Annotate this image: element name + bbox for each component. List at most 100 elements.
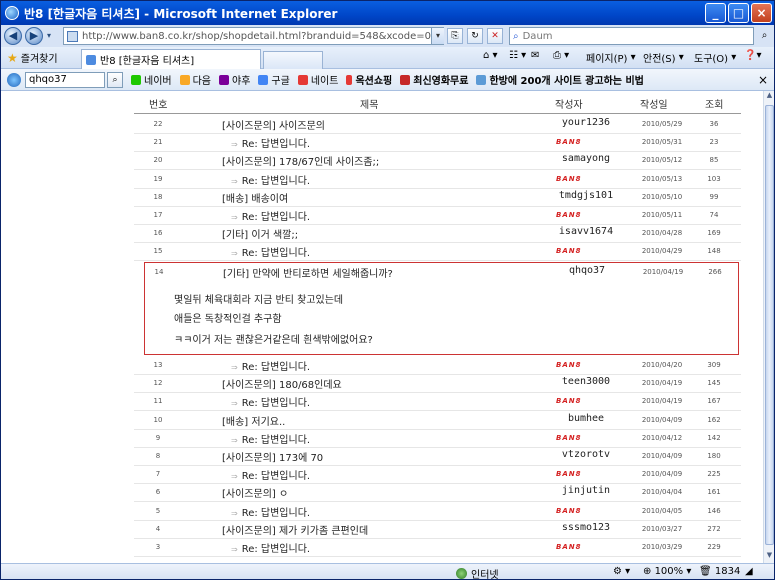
row-title[interactable]: ⇒ Re: 답변입니다.	[231, 244, 310, 259]
scroll-up-icon[interactable]: ▲	[764, 91, 774, 103]
row-views: 85	[709, 156, 719, 165]
table-row[interactable]: 13 ⇒ Re: 답변입니다. BAN8 2010/04/20 309	[134, 356, 741, 374]
table-row[interactable]: 14 [기타] 만약에 반티로하면 세일해줍니까? qhqo37 2010/04…	[135, 263, 742, 281]
back-icon[interactable]: ◀	[4, 27, 22, 45]
new-tab-button[interactable]	[263, 51, 323, 69]
home-icon[interactable]: ⌂ ▾	[483, 50, 498, 61]
table-row[interactable]: 11 ⇒ Re: 답변입니다. BAN8 2010/04/19 167	[134, 392, 741, 410]
vertical-scrollbar[interactable]: ▲ ▼	[763, 91, 774, 563]
reply-arrow-icon: ⇒	[231, 545, 238, 554]
refresh-icon[interactable]: ↻	[467, 28, 483, 44]
url-field[interactable]: http://www.ban8.co.kr/shop/shopdetail.ht…	[63, 27, 444, 45]
menu-safety[interactable]: 안전(S) ▾	[643, 50, 684, 65]
row-title[interactable]: ⇒ Re: 답변입니다.	[231, 467, 310, 482]
compat-icon[interactable]: ⎘	[447, 28, 463, 44]
table-row[interactable]: 8 [사이즈문의] 173에 70 vtzorotv 2010/04/09 180	[134, 447, 741, 465]
table-row[interactable]: 16 [기타] 이거 색깔;; isavv1674 2010/04/28 169	[134, 224, 741, 242]
table-row[interactable]: 9 ⇒ Re: 답변입니다. BAN8 2010/04/12 142	[134, 429, 741, 447]
print-icon[interactable]: ⎙ ▾	[553, 50, 569, 61]
table-row[interactable]: 18 [배송] 배송이여 tmdgjs101 2010/05/10 99	[134, 188, 741, 206]
table-row[interactable]: 4 [사이즈문의] 제가 키가좀 큰편인데 sssmo123 2010/03/27 27…	[134, 520, 741, 538]
table-row[interactable]: 5 ⇒ Re: 답변입니다. BAN8 2010/04/05 146	[134, 502, 741, 520]
feeds-icon[interactable]: ☷ ▾	[509, 50, 526, 61]
toolbar-close-icon[interactable]: ×	[758, 73, 768, 87]
zoom-label: 100%	[654, 566, 684, 577]
scroll-thumb[interactable]	[765, 105, 774, 545]
row-title[interactable]: [사이즈문의] 180/68인데요	[222, 376, 342, 391]
table-row[interactable]: 12 [사이즈문의] 180/68인데요 teen3000 2010/04/19 145	[134, 374, 741, 392]
header-title: 제목	[360, 100, 379, 111]
table-row[interactable]: 3 ⇒ Re: 답변입니다. BAN8 2010/03/29 229	[134, 538, 741, 556]
row-title[interactable]: ⇒ Re: 답변입니다.	[231, 431, 310, 446]
search-go-icon[interactable]: ⌕	[757, 28, 772, 44]
url-dropdown-icon[interactable]: ▾	[431, 28, 444, 44]
row-title[interactable]: [기타] 이거 색깔;;	[222, 226, 298, 241]
maximize-button[interactable]: □	[728, 3, 749, 23]
table-row[interactable]: 7 ⇒ Re: 답변입니다. BAN8 2010/04/09 225	[134, 465, 741, 483]
stop-icon[interactable]: ✕	[487, 28, 503, 44]
row-date: 2010/05/29	[641, 120, 683, 128]
link-ad[interactable]: 한방에 200개 사이트 광고하는 비법	[476, 72, 644, 87]
link-google[interactable]: 구글	[258, 72, 290, 87]
link-auction[interactable]: 옥션쇼핑	[346, 72, 392, 87]
forward-icon[interactable]: ▶	[25, 27, 43, 45]
toolbar-search-input[interactable]: qhqo37	[25, 71, 105, 88]
row-views: 99	[709, 192, 719, 201]
row-title[interactable]: ⇒ Re: 답변입니다.	[231, 172, 310, 187]
mail-icon[interactable]: ✉	[531, 50, 539, 61]
link-movie[interactable]: 최신영화무료	[400, 72, 468, 87]
row-title[interactable]: ⇒ Re: 답변입니다.	[231, 540, 310, 555]
table-row[interactable]: 21 ⇒ Re: 답변입니다. BAN8 2010/05/31 23	[134, 133, 741, 151]
ban8-logo-text: BAN8	[556, 211, 582, 219]
tab-active[interactable]: 반8 [한글자음 티셔츠]	[81, 49, 261, 69]
header-views: 조회	[705, 100, 724, 111]
row-title[interactable]: ⇒ Re: 답변입니다.	[231, 135, 310, 150]
table-row[interactable]: 15 ⇒ Re: 답변입니다. BAN8 2010/04/29 148	[134, 242, 741, 260]
row-title[interactable]: [사이즈문의] 제가 키가좀 큰편인데	[222, 522, 368, 537]
favorites-button[interactable]: ★ 즐겨찾기	[7, 50, 58, 66]
row-views: 142	[707, 433, 721, 442]
row-title[interactable]: ⇒ Re: 답변입니다.	[231, 394, 310, 409]
search-input[interactable]: ⌕ Daum	[509, 27, 754, 45]
row-title[interactable]: [기타] 만약에 반티로하면 세일해줍니까?	[223, 265, 393, 280]
row-title[interactable]: ⇒ Re: 답변입니다.	[231, 504, 310, 519]
zoom-control[interactable]: ⊕ 100% ▾	[643, 566, 691, 577]
menu-page[interactable]: 페이지(P) ▾	[586, 50, 636, 65]
help-icon[interactable]: ❓▾	[744, 50, 761, 61]
table-row[interactable]: 10 [배송] 저기요.. bumhee 2010/04/09 162	[134, 411, 741, 429]
minimize-button[interactable]: _	[705, 3, 726, 23]
menu-tools[interactable]: 도구(O) ▾	[694, 50, 736, 65]
protected-mode-icon[interactable]: ⚙ ▾	[613, 566, 630, 577]
resize-grip-icon[interactable]: ◢	[745, 566, 753, 577]
menu-page-label: 페이지(P)	[586, 54, 628, 65]
history-dropdown-icon[interactable]: ▾	[44, 31, 54, 41]
row-author: qhqo37	[568, 265, 606, 276]
scroll-down-icon[interactable]: ▼	[764, 551, 774, 563]
link-daum[interactable]: 다음	[179, 72, 211, 87]
table-row[interactable]: 17 ⇒ Re: 답변입니다. BAN8 2010/05/11 74	[134, 206, 741, 224]
row-title[interactable]: [배송] 배송이여	[222, 190, 288, 205]
row-title[interactable]: ⇒ Re: 답변입니다.	[231, 208, 310, 223]
table-row[interactable]: 6 [사이즈문의] ㅇ jinjutin 2010/04/04 161	[134, 483, 741, 501]
row-views: 169	[707, 229, 721, 238]
link-nate[interactable]: 네이트	[297, 72, 338, 87]
row-title[interactable]: [사이즈문의] 사이즈문의	[222, 117, 325, 132]
row-title[interactable]: [배송] 저기요..	[222, 413, 285, 428]
row-title[interactable]: [사이즈문의] 173에 70	[222, 449, 323, 464]
row-title[interactable]: [사이즈문의] ㅇ	[222, 485, 288, 500]
link-naver[interactable]: 네이버	[131, 72, 172, 87]
table-row[interactable]: 19 ⇒ Re: 답변입니다. BAN8 2010/05/13 103	[134, 170, 741, 188]
toolbar-search-icon[interactable]: ⌕	[107, 71, 123, 88]
close-button[interactable]: ×	[751, 3, 772, 23]
reply-arrow-icon: ⇒	[231, 249, 238, 259]
link-auction-label: 옥션쇼핑	[355, 76, 393, 87]
row-views: 309	[707, 361, 721, 369]
zoom-icon: ⊕	[643, 566, 655, 577]
link-naver-label: 네이버	[144, 76, 172, 87]
link-yahoo[interactable]: 야후	[219, 72, 250, 87]
post-body-line: ㅋㅋ이거 저는 괜찮은거같은데 흰색밖에없어요?	[174, 335, 373, 346]
row-title[interactable]: [사이즈문의] 178/67인데 사이즈좀;;	[222, 153, 379, 168]
row-title[interactable]: ⇒ Re: 답변입니다.	[231, 358, 310, 373]
table-row[interactable]: 20 [사이즈문의] 178/67인데 사이즈좀;; samayong 2010/05…	[134, 151, 741, 169]
table-row[interactable]: 22 [사이즈문의] 사이즈문의 your1236 2010/05/29 36	[134, 115, 741, 133]
